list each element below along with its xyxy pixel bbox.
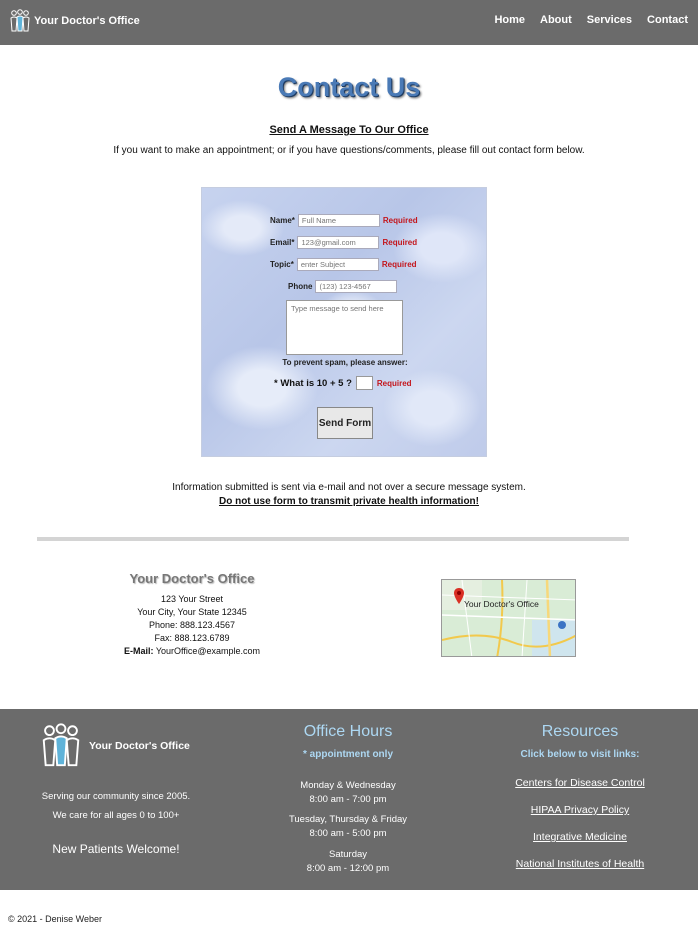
nav-home-link[interactable]: Home [494,14,525,26]
topic-required: Required [381,260,417,269]
doctors-logo-icon [42,723,80,767]
phone-line: Phone: 888.123.4567 [148,620,236,630]
name-row: Name* Required [270,214,418,227]
hours-block-1: Monday & Wednesday 8:00 am - 7:00 pm [258,779,438,807]
footer-brand-name: Your Doctor's Office [89,740,190,752]
nav-contact-link[interactable]: Contact [647,14,688,26]
intro-text: If you want to make an appointment; or i… [113,145,585,156]
copyright: © 2021 - Denise Weber [8,914,103,924]
hours-title: Office Hours [303,723,393,740]
email-line: E-Mail: YourOffice@example.com [112,645,272,658]
topic-row: Topic* Required [270,258,417,271]
office-name: Your Doctor's Office [129,571,255,586]
brand-link[interactable]: Your Doctor's Office [10,9,140,33]
hours-days: Tuesday, Thursday & Friday [288,814,408,825]
page-title: Contact Us [277,72,421,102]
form-heading: Send A Message To Our Office [269,124,429,136]
name-required: Required [382,216,418,225]
hours-block-2: Tuesday, Thursday & Friday 8:00 am - 5:0… [258,813,438,841]
email-line-label: E-Mail: [123,646,154,656]
footer-ages: We care for all ages 0 to 100+ [52,810,180,821]
hours-block-3: Saturday 8:00 am - 12:00 pm [258,848,438,876]
footer-serving: Serving our community since 2005. [41,791,191,802]
hours-time: 8:00 am - 7:00 pm [309,794,387,805]
name-label: Name* [270,216,295,225]
email-input[interactable] [297,236,380,249]
privacy-warning: Do not use form to transmit private heal… [218,496,479,507]
city-line: Your City, Your State 12345 [137,607,247,617]
nav-services-link[interactable]: Services [587,14,632,26]
nav-about-link[interactable]: About [540,14,572,26]
hours-time: 8:00 am - 5:00 pm [309,828,387,839]
link-cdc[interactable]: Centers for Disease Control [490,777,670,789]
quiz-required: Required [376,378,412,388]
section-divider [37,537,629,541]
resources-subtitle: Click below to visit links: [520,749,640,760]
hours-days: Saturday [328,849,368,860]
spam-prompt: To prevent spam, please answer: [282,358,408,367]
footer-brand: Your Doctor's Office [41,723,190,769]
quiz-question: * What is 10 + 5 ? [274,377,352,389]
doctors-logo-icon [10,9,30,32]
message-textarea[interactable] [286,300,403,355]
email-notice: Information submitted is sent via e-mail… [172,482,526,493]
brand-name[interactable]: Your Doctor's Office [34,15,140,27]
name-input[interactable] [297,214,380,227]
resources-title: Resources [541,723,619,740]
contact-form: Name* Required Email* Required Topic* Re… [201,187,487,457]
fax-line: Fax: 888.123.6789 [154,633,230,643]
email-label: Email* [270,238,295,247]
link-hipaa[interactable]: HIPAA Privacy Policy [490,804,670,816]
phone-input[interactable] [315,280,398,293]
email-address-link[interactable]: YourOffice@example.com [156,646,260,656]
office-map[interactable]: Your Doctor's Office [441,579,576,657]
topic-input[interactable] [296,258,379,271]
map-pin-label: Your Doctor's Office [464,599,539,609]
hours-days: Monday & Wednesday [300,780,396,791]
send-form-button[interactable]: Send Form [317,407,373,439]
hours-time: 8:00 am - 12:00 pm [306,863,390,874]
quiz-row: * What is 10 + 5 ? Required [274,376,412,390]
map-pin-icon [454,588,464,604]
hours-subtitle: * appointment only [303,749,393,760]
footer: Your Doctor's Office Serving our communi… [0,709,698,890]
link-integrative-medicine[interactable]: Integrative Medicine [490,831,670,843]
email-required: Required [382,238,418,247]
phone-label: Phone [288,282,313,291]
topic-label: Topic* [270,260,294,269]
phone-row: Phone [288,280,398,293]
email-row: Email* Required [270,236,417,249]
footer-welcome: New Patients Welcome! [52,842,180,856]
nav-links: Home About Services Contact [494,14,688,26]
street-line: 123 Your Street [160,594,224,604]
quiz-answer-input[interactable] [355,376,373,390]
link-nih[interactable]: National Institutes of Health [490,858,670,870]
top-nav: Your Doctor's Office Home About Services… [0,0,698,45]
office-address: Your Doctor's Office 123 Your Street You… [112,571,272,658]
